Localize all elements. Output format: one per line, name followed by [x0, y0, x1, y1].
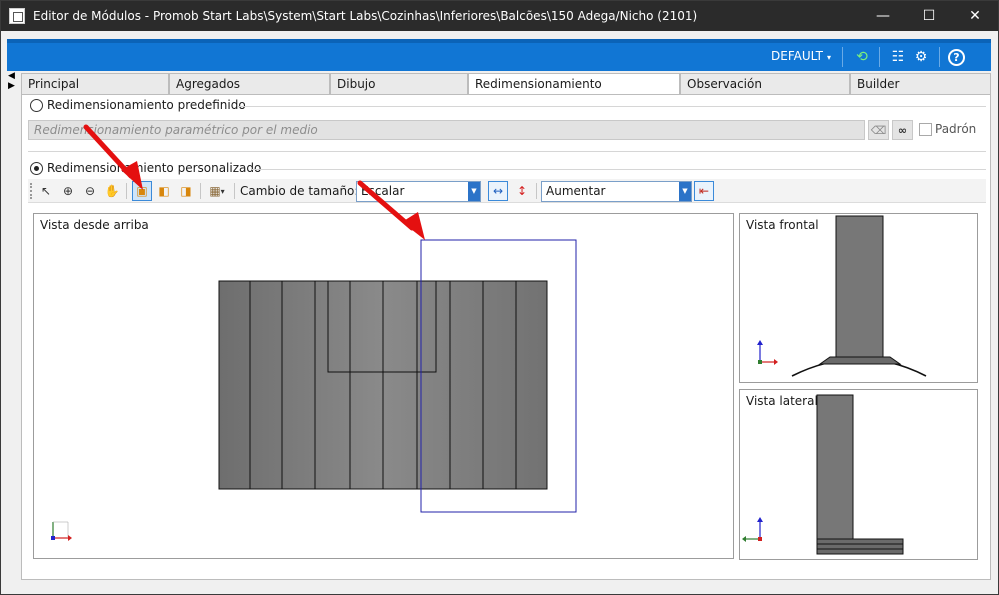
- change-size-label: Cambio de tamaño:: [240, 184, 359, 198]
- group-divider: [252, 169, 986, 170]
- custom-label: Redimensionamiento personalizado: [47, 161, 266, 175]
- app-icon: [9, 8, 25, 24]
- default-label: Padrón: [935, 122, 981, 136]
- list-icon[interactable]: ☷: [888, 47, 908, 67]
- module-front-drawing: [791, 215, 927, 377]
- view-cube-button[interactable]: ▦ ▾: [204, 181, 230, 201]
- remove-region-button[interactable]: ◨: [176, 181, 196, 201]
- predefined-label: Redimensionamiento predefinido: [47, 98, 250, 112]
- resize-mode-value: Escalar: [361, 184, 405, 198]
- refresh-icon[interactable]: ⟲: [852, 47, 872, 67]
- chevron-down-icon: ▾: [826, 53, 831, 62]
- toolbar-grip[interactable]: [30, 183, 32, 199]
- minimize-button[interactable]: —: [860, 1, 906, 31]
- align-left-icon: ⇤: [698, 184, 710, 198]
- help-icon[interactable]: ?: [948, 49, 965, 66]
- tab-scroll-arrows[interactable]: ◀ ▶: [8, 71, 18, 91]
- axis-icon: [757, 340, 778, 365]
- add-region-button[interactable]: ◧: [154, 181, 174, 201]
- remove-region-icon: ◨: [180, 184, 192, 198]
- front-view-canvas[interactable]: [740, 214, 977, 382]
- header-separator: [939, 47, 940, 67]
- parametric-resize-input[interactable]: Redimensionamiento paramétrico por el me…: [28, 120, 865, 140]
- chevron-down-icon: ▾: [220, 186, 225, 196]
- tab-observacion[interactable]: Observación: [680, 73, 850, 95]
- resize-direction-select[interactable]: Aumentar ▼: [541, 181, 692, 202]
- apply-resize-button[interactable]: ⇤: [694, 181, 714, 201]
- predefined-radio[interactable]: [30, 99, 43, 112]
- arrow-right-icon[interactable]: ▶: [8, 81, 18, 91]
- eraser-button[interactable]: ⌫: [868, 120, 889, 140]
- front-view[interactable]: Vista frontal: [739, 213, 978, 383]
- toolbar-separator: [200, 183, 201, 199]
- cube-icon: ▦: [209, 184, 221, 198]
- tab-strip: Principal Agregados Dibujo Redimensionam…: [21, 73, 991, 96]
- gear-icon[interactable]: ⚙: [911, 47, 931, 67]
- window-controls: — ☐ ✕: [860, 1, 998, 31]
- resize-direction-value: Aumentar: [546, 184, 606, 198]
- add-region-icon: ◧: [158, 184, 170, 198]
- zoom-in-icon: ⊕: [62, 184, 74, 198]
- maximize-button[interactable]: ☐: [906, 1, 952, 31]
- toolbar-separator: [234, 183, 235, 199]
- group-bottom-border: [28, 151, 986, 152]
- side-view-canvas[interactable]: [740, 390, 977, 559]
- resize-panel: Redimensionamiento predefinido Redimensi…: [21, 94, 991, 580]
- horizontal-resize-button[interactable]: ↔: [488, 181, 508, 201]
- dropdown-arrow-icon[interactable]: ▼: [468, 182, 480, 201]
- side-view[interactable]: Vista lateral: [739, 389, 978, 560]
- resize-toolbar: ↖ ⊕ ⊖ ✋ ▣ ◧ ◨ ▦ ▾ Cambio de tamaño: Escal…: [28, 179, 986, 203]
- resize-region-icon: ▣: [136, 184, 148, 198]
- tab-dibujo[interactable]: Dibujo: [330, 73, 468, 95]
- binoculars-button[interactable]: ∞: [892, 120, 913, 140]
- zoom-out-button[interactable]: ⊖: [80, 181, 100, 201]
- tab-redimensionamiento[interactable]: Redimensionamiento: [468, 73, 680, 96]
- header-separator: [842, 47, 843, 67]
- zoom-out-icon: ⊖: [84, 184, 96, 198]
- vertical-resize-button[interactable]: ↕: [512, 181, 532, 201]
- arrow-left-icon[interactable]: ◀: [8, 71, 18, 81]
- zoom-in-button[interactable]: ⊕: [58, 181, 78, 201]
- resize-region-button[interactable]: ▣: [132, 181, 152, 201]
- header-bar: DEFAULT ▾ ⟲ ☷ ⚙ ?: [7, 39, 991, 71]
- profile-label: DEFAULT: [771, 49, 823, 63]
- toolbar-separator: [126, 183, 127, 199]
- module-top-drawing: [218, 280, 548, 490]
- eraser-icon: ⌫: [870, 123, 887, 137]
- toolbar-separator: [536, 183, 537, 199]
- custom-radio[interactable]: [30, 162, 43, 175]
- profile-dropdown[interactable]: DEFAULT ▾: [771, 49, 831, 63]
- module-side-drawing: [816, 394, 904, 555]
- close-button[interactable]: ✕: [952, 1, 998, 31]
- tab-builder[interactable]: Builder: [850, 73, 991, 95]
- binoculars-icon: ∞: [897, 123, 908, 137]
- axis-icon: [51, 521, 72, 541]
- tab-principal[interactable]: Principal: [21, 73, 169, 95]
- tab-agregados[interactable]: Agregados: [169, 73, 330, 95]
- dropdown-arrow-icon[interactable]: ▼: [679, 182, 691, 201]
- module-editor-window: Editor de Módulos - Promob Start Labs\Sy…: [0, 0, 999, 595]
- pan-button[interactable]: ✋: [102, 181, 122, 201]
- top-view[interactable]: Vista desde arriba: [33, 213, 734, 559]
- title-bar[interactable]: Editor de Módulos - Promob Start Labs\Sy…: [1, 1, 998, 31]
- header-separator: [879, 47, 880, 67]
- vertical-arrows-icon: ↕: [516, 184, 528, 198]
- select-tool-button[interactable]: ↖: [36, 181, 56, 201]
- default-checkbox[interactable]: [919, 123, 932, 136]
- resize-mode-select[interactable]: Escalar ▼: [356, 181, 481, 202]
- cursor-icon: ↖: [40, 184, 52, 198]
- axis-icon: [742, 517, 763, 542]
- horizontal-arrows-icon: ↔: [492, 184, 504, 198]
- group-divider: [238, 106, 986, 107]
- top-view-canvas[interactable]: [34, 214, 733, 558]
- hand-icon: ✋: [104, 184, 120, 198]
- window-title: Editor de Módulos - Promob Start Labs\Sy…: [33, 9, 698, 23]
